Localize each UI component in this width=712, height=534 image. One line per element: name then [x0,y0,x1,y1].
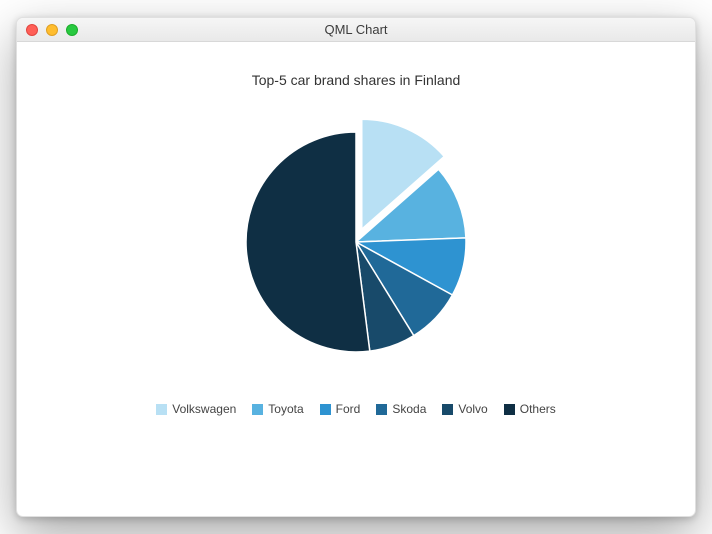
legend-item-volkswagen[interactable]: Volkswagen [156,402,236,416]
legend-item-skoda[interactable]: Skoda [376,402,426,416]
chart-legend: Volkswagen Toyota Ford Skoda Volvo Others [156,402,556,416]
app-window: QML Chart Top-5 car brand shares in Finl… [16,17,696,517]
chart-area: Top-5 car brand shares in Finland Volksw… [17,42,695,516]
close-icon[interactable] [26,24,38,36]
legend-item-ford[interactable]: Ford [320,402,361,416]
window-controls [17,24,78,36]
legend-label: Volvo [458,402,487,416]
legend-label: Others [520,402,556,416]
pie-chart [226,112,486,372]
minimize-icon[interactable] [46,24,58,36]
legend-swatch-icon [504,404,515,415]
legend-swatch-icon [320,404,331,415]
legend-swatch-icon [252,404,263,415]
window-titlebar: QML Chart [17,18,695,42]
legend-label: Toyota [268,402,303,416]
window-title: QML Chart [17,22,695,37]
legend-label: Skoda [392,402,426,416]
pie-slice-others[interactable] [246,132,370,352]
legend-swatch-icon [442,404,453,415]
legend-swatch-icon [156,404,167,415]
legend-item-others[interactable]: Others [504,402,556,416]
legend-label: Ford [336,402,361,416]
legend-swatch-icon [376,404,387,415]
zoom-icon[interactable] [66,24,78,36]
legend-label: Volkswagen [172,402,236,416]
legend-item-volvo[interactable]: Volvo [442,402,487,416]
chart-title: Top-5 car brand shares in Finland [252,72,461,88]
legend-item-toyota[interactable]: Toyota [252,402,303,416]
